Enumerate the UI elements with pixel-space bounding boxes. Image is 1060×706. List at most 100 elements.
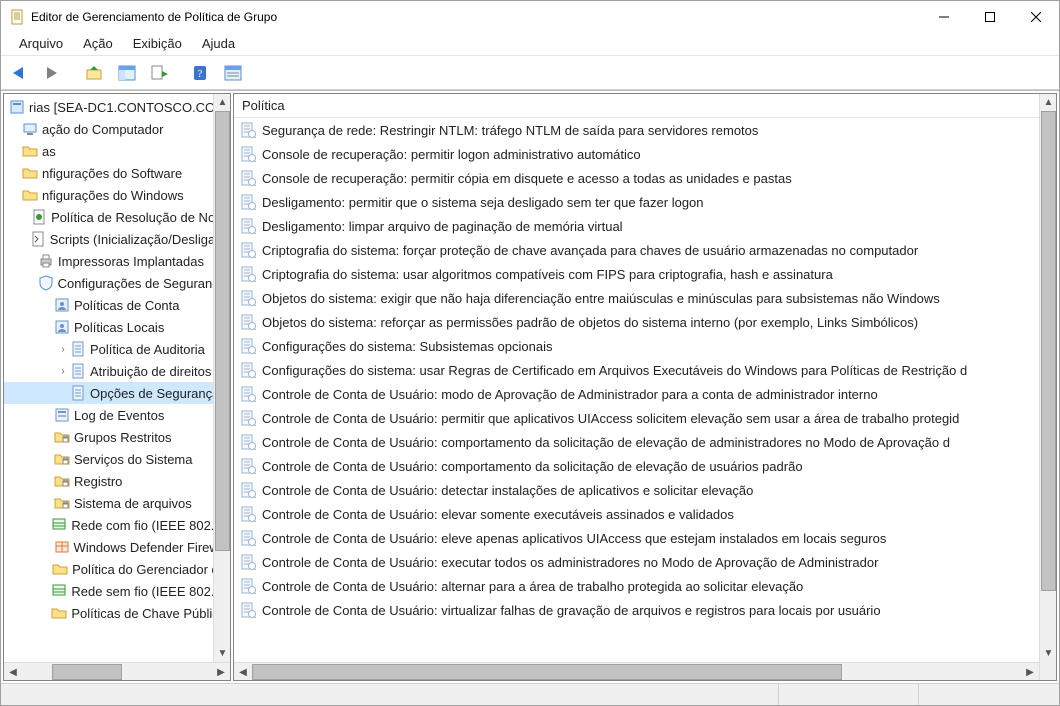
- list-row[interactable]: Desligamento: limpar arquivo de paginaçã…: [234, 214, 1039, 238]
- list-row[interactable]: Controle de Conta de Usuário: alternar p…: [234, 574, 1039, 598]
- list-row[interactable]: Controle de Conta de Usuário: virtualiza…: [234, 598, 1039, 622]
- close-button[interactable]: [1013, 1, 1059, 32]
- scroll-down-arrow[interactable]: ▼: [214, 645, 230, 662]
- policy-item-label: Criptografia do sistema: usar algoritmos…: [262, 267, 833, 282]
- tree-item[interactable]: Sistema de arquivos: [4, 492, 230, 514]
- properties-button[interactable]: [219, 59, 247, 87]
- tree-item[interactable]: ›Política de Auditoria: [4, 338, 230, 360]
- list-row[interactable]: Configurações do sistema: usar Regras de…: [234, 358, 1039, 382]
- tree-item-label: Rede com fio (IEEE 802.3): [71, 518, 226, 533]
- policy-item-icon: [240, 242, 256, 258]
- tree-item[interactable]: Rede sem fio (IEEE 802.3): [4, 580, 230, 602]
- list-header[interactable]: Política: [234, 94, 1056, 118]
- policy-item-label: Configurações do sistema: usar Regras de…: [262, 363, 967, 378]
- tree-item[interactable]: Políticas de Conta: [4, 294, 230, 316]
- list-row[interactable]: Controle de Conta de Usuário: eleve apen…: [234, 526, 1039, 550]
- scroll-up-arrow[interactable]: ▲: [214, 94, 230, 111]
- tree-item[interactable]: Políticas de Chave Pública: [4, 602, 230, 624]
- up-level-button[interactable]: [81, 59, 109, 87]
- tree-item[interactable]: › Atribuição de direitos: [4, 360, 230, 382]
- menu-acao[interactable]: Ação: [73, 34, 123, 53]
- nav-back-button[interactable]: [7, 59, 35, 87]
- column-header-politica[interactable]: Política: [234, 96, 293, 115]
- tree-item-label: Política de Resolução de Nom: [51, 210, 226, 225]
- list-row[interactable]: Console de recuperação: permitir logon a…: [234, 142, 1039, 166]
- list-panel: Política Segurança de rede: Restringir N…: [233, 93, 1057, 681]
- tree-item[interactable]: Impressoras Implantadas: [4, 250, 230, 272]
- tree-item-label: Atribuição de direitos: [90, 364, 211, 379]
- policy-item-icon: [240, 386, 256, 402]
- tree-item[interactable]: Windows Defender Firewa: [4, 536, 230, 558]
- tree-item[interactable]: Configurações de Segurança: [4, 272, 230, 294]
- tree-item[interactable]: nfigurações do Software: [4, 162, 230, 184]
- tree-item[interactable]: Política do Gerenciador de: [4, 558, 230, 580]
- maximize-button[interactable]: [967, 1, 1013, 32]
- folder-icon: [22, 165, 38, 181]
- scroll-right-arrow[interactable]: ▶: [1021, 663, 1039, 680]
- tree-horizontal-scrollbar[interactable]: ◀ ▶: [4, 662, 230, 680]
- scroll-thumb[interactable]: [215, 111, 230, 551]
- list-row[interactable]: Controle de Conta de Usuário: comportame…: [234, 430, 1039, 454]
- tree-twisty[interactable]: ›: [56, 366, 70, 377]
- tree-item[interactable]: nfigurações do Windows: [4, 184, 230, 206]
- scroll-right-arrow[interactable]: ▶: [212, 663, 230, 681]
- policy2-icon: [70, 385, 86, 401]
- scroll-left-arrow[interactable]: ◀: [4, 663, 22, 681]
- policy-item-label: Console de recuperação: permitir cópia e…: [262, 171, 792, 186]
- tree-item[interactable]: Política de Resolução de Nom: [4, 206, 230, 228]
- policy-list[interactable]: Política Segurança de rede: Restringir N…: [234, 94, 1056, 680]
- list-row[interactable]: Objetos do sistema: exigir que não haja …: [234, 286, 1039, 310]
- tree-vertical-scrollbar[interactable]: ▲ ▼: [213, 94, 230, 662]
- list-row[interactable]: Desligamento: permitir que o sistema sej…: [234, 190, 1039, 214]
- list-row[interactable]: Criptografia do sistema: usar algoritmos…: [234, 262, 1039, 286]
- list-row[interactable]: Controle de Conta de Usuário: comportame…: [234, 454, 1039, 478]
- scroll-left-arrow[interactable]: ◀: [234, 663, 252, 680]
- tree-item[interactable]: Políticas Locais: [4, 316, 230, 338]
- list-row[interactable]: Controle de Conta de Usuário: detectar i…: [234, 478, 1039, 502]
- tree-item[interactable]: Rede com fio (IEEE 802.3): [4, 514, 230, 536]
- menu-exibicao[interactable]: Exibição: [123, 34, 192, 53]
- list-row[interactable]: Criptografia do sistema: forçar proteção…: [234, 238, 1039, 262]
- list-row[interactable]: Controle de Conta de Usuário: permitir q…: [234, 406, 1039, 430]
- nav-forward-button[interactable]: [39, 59, 67, 87]
- list-row[interactable]: Configurações do sistema: Subsistemas op…: [234, 334, 1039, 358]
- list-row[interactable]: Controle de Conta de Usuário: elevar som…: [234, 502, 1039, 526]
- tree[interactable]: rias [SEA-DC1.CONTOSCO.COMação do Comput…: [4, 94, 230, 662]
- list-row[interactable]: Controle de Conta de Usuário: modo de Ap…: [234, 382, 1039, 406]
- list-row[interactable]: Console de recuperação: permitir cópia e…: [234, 166, 1039, 190]
- list-row[interactable]: Segurança de rede: Restringir NTLM: tráf…: [234, 118, 1039, 142]
- tree-item[interactable]: Serviços do Sistema: [4, 448, 230, 470]
- scroll-up-arrow[interactable]: ▲: [1040, 94, 1056, 111]
- folder-icon: [51, 605, 67, 621]
- tree-item[interactable]: as: [4, 140, 230, 162]
- menu-ajuda[interactable]: Ajuda: [192, 34, 245, 53]
- minimize-button[interactable]: [921, 1, 967, 32]
- export-list-button[interactable]: [145, 59, 173, 87]
- network-icon: [51, 517, 67, 533]
- tree-twisty[interactable]: ›: [56, 344, 70, 355]
- menubar: Arquivo Ação Exibição Ajuda: [1, 32, 1059, 56]
- tree-item[interactable]: Grupos Restritos: [4, 426, 230, 448]
- tree-item[interactable]: rias [SEA-DC1.CONTOSCO.COM: [4, 96, 230, 118]
- menu-arquivo[interactable]: Arquivo: [9, 34, 73, 53]
- tree-item[interactable]: ação do Computador: [4, 118, 230, 140]
- list-row[interactable]: Objetos do sistema: reforçar as permissõ…: [234, 310, 1039, 334]
- policy-icon: [31, 209, 47, 225]
- show-hide-tree-button[interactable]: [113, 59, 141, 87]
- tree-item[interactable]: Registro: [4, 470, 230, 492]
- scroll-thumb[interactable]: [1041, 111, 1056, 591]
- help-button[interactable]: ?: [187, 59, 215, 87]
- list-row[interactable]: Controle de Conta de Usuário: executar t…: [234, 550, 1039, 574]
- tree-item[interactable]: Log de Eventos: [4, 404, 230, 426]
- policy-item-icon: [240, 218, 256, 234]
- scroll-thumb[interactable]: [252, 664, 842, 680]
- tree-panel: rias [SEA-DC1.CONTOSCO.COMação do Comput…: [3, 93, 231, 681]
- list-vertical-scrollbar[interactable]: ▲ ▼: [1039, 94, 1056, 680]
- tree-item-label: Log de Eventos: [74, 408, 164, 423]
- scroll-thumb[interactable]: [52, 664, 122, 680]
- list-horizontal-scrollbar[interactable]: ◀ ▶: [234, 662, 1039, 680]
- tree-item[interactable]: Scripts (Inicialização/Desligam: [4, 228, 230, 250]
- scroll-down-arrow[interactable]: ▼: [1040, 645, 1056, 662]
- policy-item-icon: [240, 266, 256, 282]
- tree-item[interactable]: Opções de Segurança: [4, 382, 230, 404]
